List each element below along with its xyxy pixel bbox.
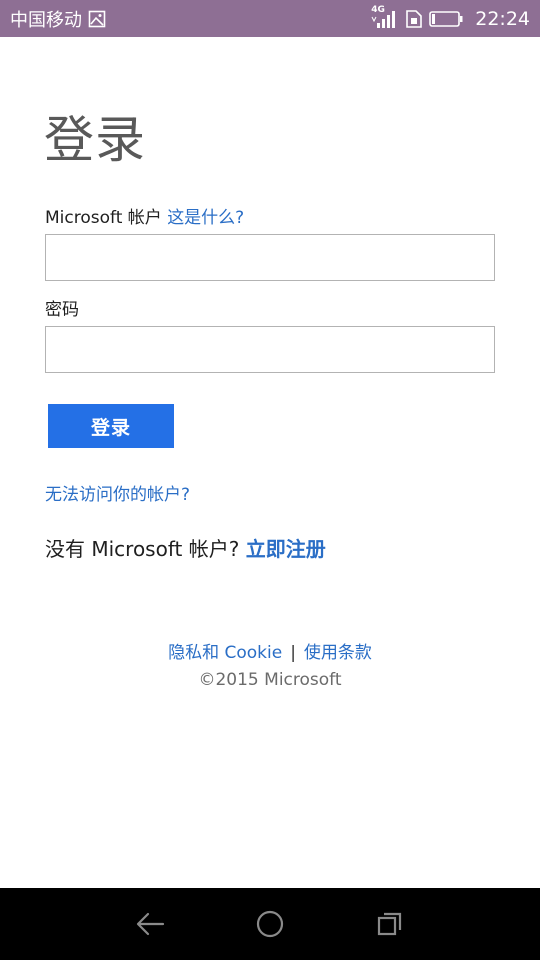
status-bar-right: 4G 22:24 bbox=[371, 4, 530, 30]
network-type-label: 4G bbox=[371, 4, 385, 15]
page-title: 登录 bbox=[44, 111, 146, 169]
recent-apps-button[interactable] bbox=[370, 908, 410, 940]
recent-apps-icon bbox=[377, 912, 402, 936]
no-account-row: 没有 Microsoft 帐户? 立即注册 bbox=[45, 533, 326, 562]
back-arrow-icon bbox=[136, 912, 165, 936]
carrier-name: 中国移动 bbox=[10, 9, 82, 31]
image-notification-icon bbox=[88, 10, 106, 28]
account-label-row: Microsoft 帐户 这是什么? bbox=[45, 203, 244, 228]
terms-of-use-link[interactable]: 使用条款 bbox=[304, 643, 372, 663]
footer-links: 隐私和 Cookie | 使用条款 bbox=[0, 638, 540, 663]
navigation-bar bbox=[0, 888, 540, 960]
privacy-cookie-link[interactable]: 隐私和 Cookie bbox=[168, 643, 282, 663]
password-input[interactable] bbox=[45, 326, 495, 373]
home-circle-icon bbox=[256, 910, 284, 938]
password-label: 密码 bbox=[45, 300, 79, 320]
status-bar: 中国移动 4G 22:24 bbox=[0, 0, 540, 37]
account-label: Microsoft 帐户 bbox=[45, 208, 162, 228]
sign-up-link[interactable]: 立即注册 bbox=[246, 537, 326, 561]
account-input[interactable] bbox=[45, 234, 495, 281]
whats-this-link[interactable]: 这是什么? bbox=[167, 208, 244, 228]
sim-card-icon bbox=[405, 9, 423, 29]
signal-4g-icon: 4G bbox=[371, 4, 399, 30]
cant-access-account-link[interactable]: 无法访问你的帐户? bbox=[45, 480, 190, 505]
status-bar-left: 中国移动 bbox=[10, 6, 106, 32]
footer-separator: | bbox=[290, 643, 296, 663]
battery-icon bbox=[429, 10, 463, 28]
no-account-text: 没有 Microsoft 帐户? bbox=[45, 537, 240, 561]
copyright-text: ©2015 Microsoft bbox=[198, 670, 342, 690]
sign-in-button[interactable]: 登录 bbox=[48, 404, 174, 448]
clock: 22:24 bbox=[475, 7, 530, 30]
home-button[interactable] bbox=[250, 908, 290, 940]
back-button[interactable] bbox=[130, 908, 170, 940]
